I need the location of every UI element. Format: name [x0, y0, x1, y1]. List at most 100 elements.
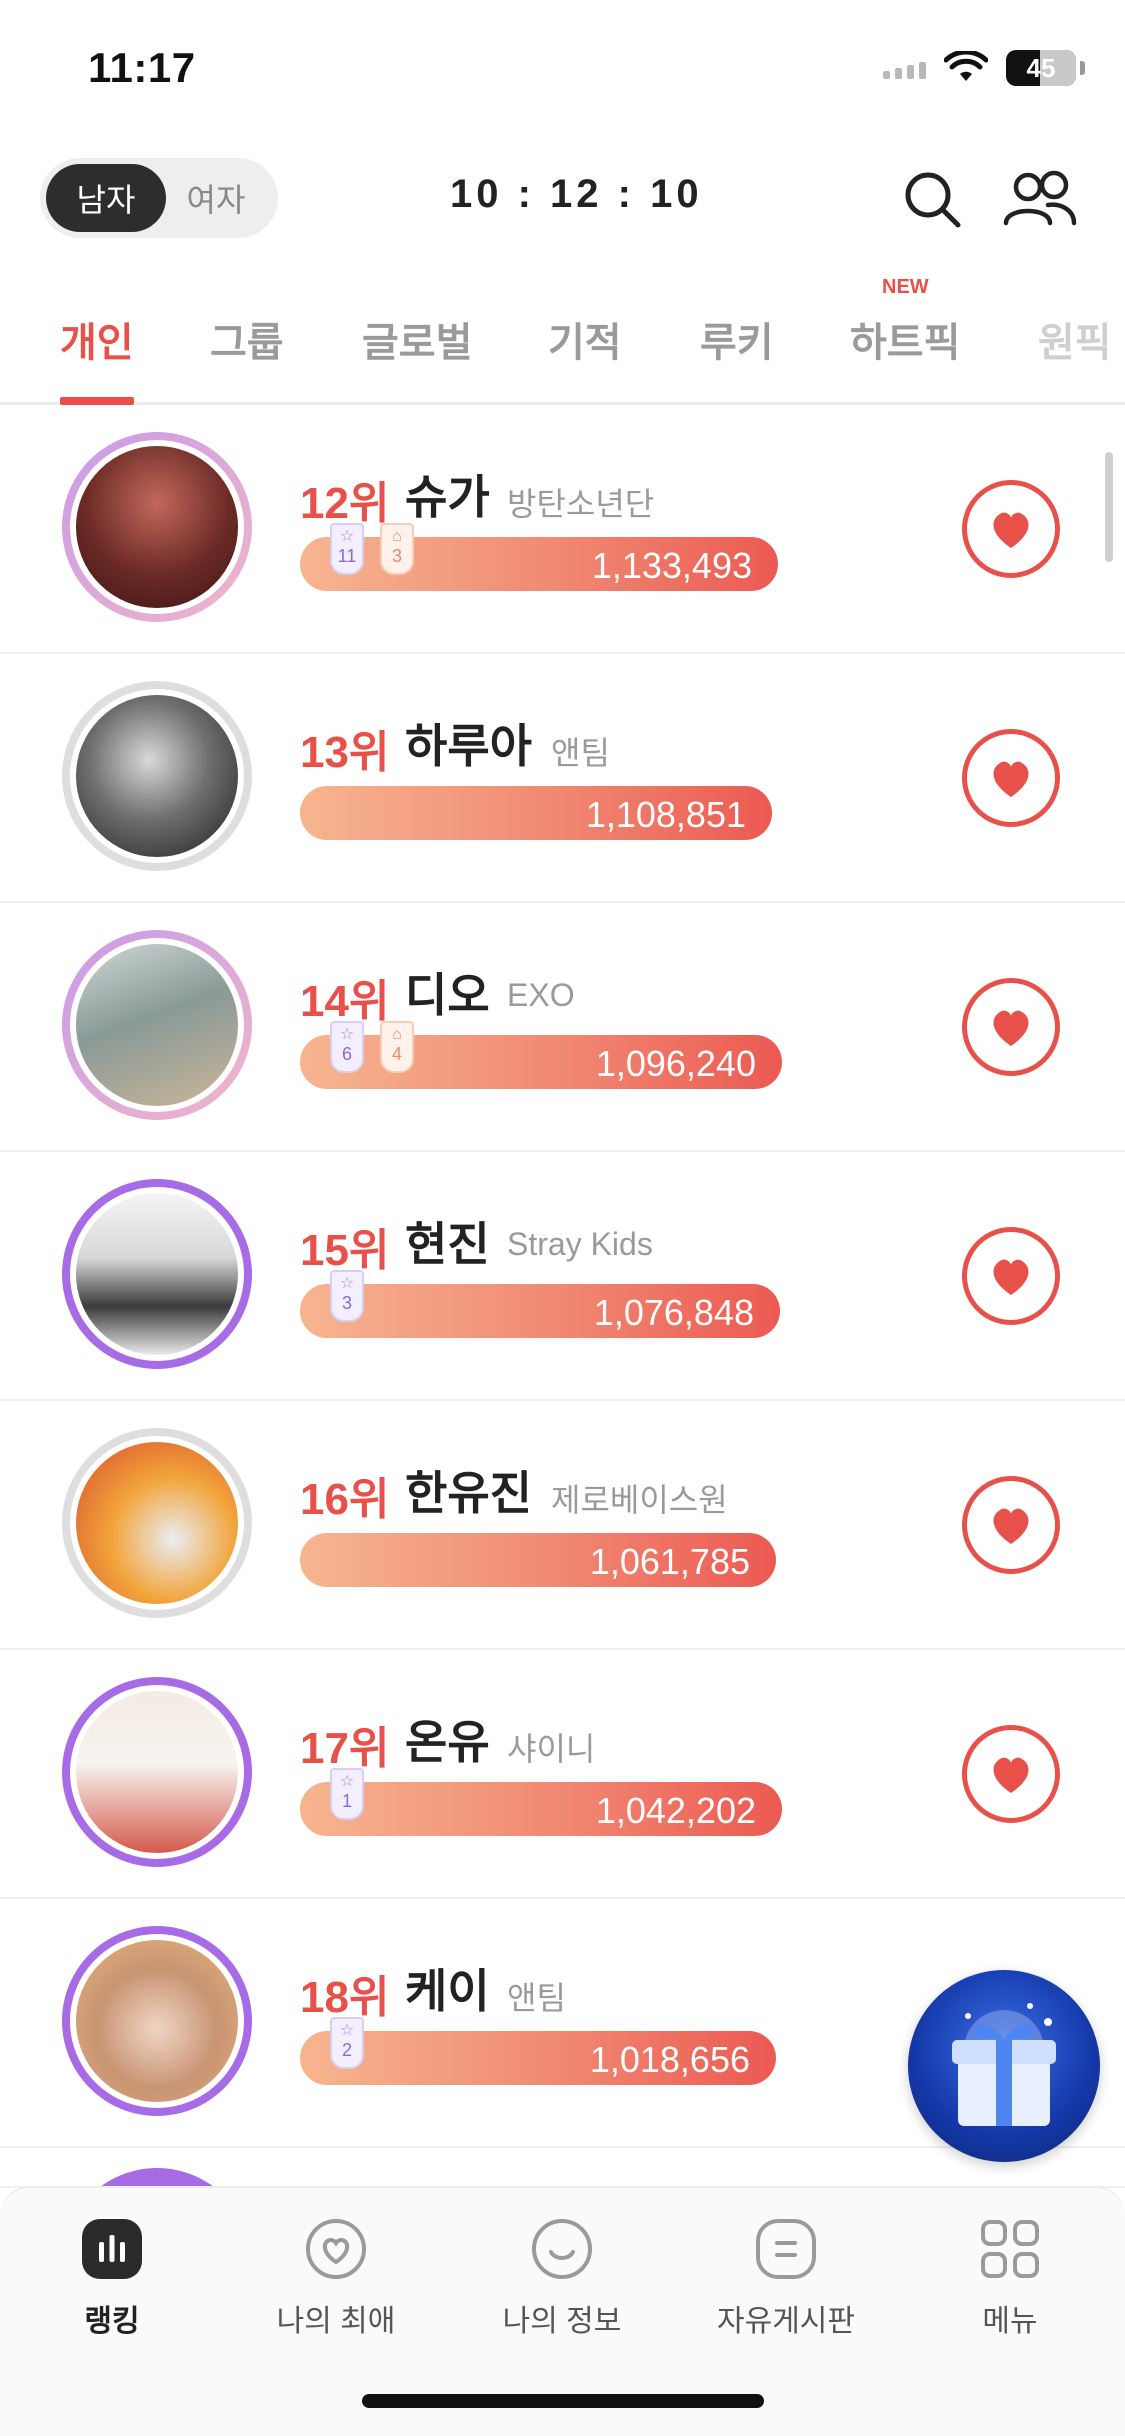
vote-heart-button[interactable] — [962, 729, 1060, 827]
heart-icon — [993, 1259, 1029, 1295]
avatar-image — [70, 689, 244, 863]
status-icons: 45 — [883, 50, 1085, 86]
badge-count: 4 — [391, 1044, 402, 1064]
ranking-row[interactable]: 17위 온유 샤이니 1,042,202 ☆ 1 — [0, 1650, 1125, 1899]
avatar-image — [70, 1685, 244, 1859]
star-icon: ☆ — [339, 1773, 355, 1790]
wifi-icon — [944, 51, 988, 81]
vote-count: 1,018,656 — [589, 2039, 750, 2080]
avatar-image — [70, 1436, 244, 1610]
heart-icon — [993, 1757, 1029, 1793]
tab-rookie[interactable]: 루키 — [700, 310, 774, 368]
vote-heart-button[interactable] — [962, 978, 1060, 1076]
vote-bar: 1,096,240 — [300, 1035, 782, 1089]
star-icon: ☆ — [339, 1026, 355, 1043]
star-badge: ☆ 11 — [330, 523, 364, 575]
avatar-image — [70, 440, 244, 614]
rank-label: 18위 — [300, 1973, 390, 2022]
tab-global[interactable]: 글로벌 — [362, 310, 472, 368]
avatar[interactable] — [62, 930, 252, 1120]
star-icon: ☆ — [339, 528, 355, 545]
idol-name[interactable]: 하루아 — [405, 710, 532, 776]
ranking-row[interactable]: 14위 디오 EXO 1,096,240 ☆ 6 ⌂ 4 — [0, 903, 1125, 1152]
avatar-image — [70, 938, 244, 1112]
gender-male-button[interactable]: 남자 — [46, 164, 166, 232]
group-name: Stray Kids — [507, 1226, 653, 1262]
vote-heart-button[interactable] — [962, 1476, 1060, 1574]
tab-heartpick-label: 하트픽 — [850, 321, 961, 365]
group-name: 앤팀 — [507, 1980, 566, 2016]
search-icon[interactable] — [898, 165, 968, 235]
nav-menu[interactable]: 메뉴 — [920, 2218, 1100, 2340]
nav-my-info-label: 나의 정보 — [502, 2305, 622, 2338]
vote-heart-button[interactable] — [962, 480, 1060, 578]
star-badge: ☆ 2 — [330, 2017, 364, 2069]
idol-name[interactable]: 한유진 — [405, 1457, 532, 1523]
heart-icon — [993, 512, 1029, 548]
tab-onepick[interactable]: 원픽 — [1038, 310, 1112, 368]
ranking-row[interactable]: 16위 한유진 제로베이스원 1,061,785 — [0, 1401, 1125, 1650]
ranking-row[interactable]: 12위 슈가 방탄소년단 1,133,493 ☆ 11 ⌂ 3 — [0, 405, 1125, 654]
bag-icon: ⌂ — [392, 528, 402, 545]
vote-bar: 1,108,851 — [300, 786, 772, 840]
avatar[interactable] — [62, 1926, 252, 2116]
board-icon — [755, 2218, 817, 2280]
ranking-row[interactable]: 13위 하루아 앤팀 1,108,851 — [0, 654, 1125, 903]
tab-individual[interactable]: 개인 — [60, 310, 134, 368]
idol-name[interactable]: 온유 — [405, 1706, 490, 1772]
gender-female-button[interactable]: 여자 — [166, 164, 266, 232]
chart-icon — [81, 2218, 143, 2280]
idol-name[interactable]: 슈가 — [405, 461, 490, 527]
avatar[interactable] — [62, 1677, 252, 1867]
menu-grid-icon — [979, 2218, 1041, 2280]
active-tab-underline — [60, 397, 134, 405]
status-time: 11:17 — [88, 44, 196, 91]
vote-heart-button[interactable] — [962, 1725, 1060, 1823]
vote-count: 1,061,785 — [589, 1541, 750, 1582]
avatar[interactable] — [62, 1428, 252, 1618]
friends-icon[interactable] — [1000, 165, 1080, 235]
gift-button[interactable] — [908, 1970, 1100, 2162]
star-icon: ☆ — [339, 1275, 355, 1292]
tab-group[interactable]: 그룹 — [210, 310, 284, 368]
bag-badge: ⌂ 3 — [380, 523, 414, 575]
rank-label: 17위 — [300, 1724, 390, 1773]
gender-toggle[interactable]: 남자 여자 — [40, 158, 278, 238]
cellular-signal-icon — [883, 57, 926, 79]
avatar[interactable] — [62, 1179, 252, 1369]
group-name: 방탄소년단 — [507, 486, 655, 522]
tab-heartpick[interactable]: NEW 하트픽 — [850, 276, 961, 368]
heart-outline-icon — [305, 2218, 367, 2280]
heart-icon — [993, 761, 1029, 797]
badge-count: 1 — [341, 1791, 352, 1811]
star-badge: ☆ 6 — [330, 1021, 364, 1073]
vote-count: 1,076,848 — [593, 1292, 754, 1333]
tab-miracle[interactable]: 기적 — [548, 310, 622, 368]
vote-bar: 1,061,785 — [300, 1533, 776, 1587]
nav-my-favorite[interactable]: 나의 최애 — [246, 2218, 426, 2340]
idol-name[interactable]: 현진 — [405, 1208, 490, 1274]
star-icon: ☆ — [339, 2022, 355, 2039]
bag-icon: ⌂ — [392, 1026, 402, 1043]
ranking-row[interactable]: 15위 현진 Stray Kids 1,076,848 ☆ 3 — [0, 1152, 1125, 1401]
countdown-timer: 10 : 12 : 10 — [450, 172, 703, 216]
idol-name[interactable]: 케이 — [405, 1955, 490, 2021]
status-bar: 11:17 45 — [0, 0, 1125, 140]
avatar[interactable] — [62, 681, 252, 871]
rank-label: 12위 — [300, 479, 390, 528]
avatar[interactable] — [62, 432, 252, 622]
nav-ranking[interactable]: 랭킹 — [22, 2218, 202, 2340]
vote-bar: 1,076,848 — [300, 1284, 780, 1338]
group-name: EXO — [507, 977, 575, 1013]
battery-level: 45 — [1026, 52, 1056, 83]
vote-heart-button[interactable] — [962, 1227, 1060, 1325]
star-badge: ☆ 1 — [330, 1768, 364, 1820]
nav-free-board[interactable]: 자유게시판 — [696, 2218, 876, 2340]
group-name: 앤팀 — [551, 735, 610, 771]
rank-label: 14위 — [300, 977, 390, 1026]
idol-name[interactable]: 디오 — [405, 959, 490, 1025]
vote-count: 1,042,202 — [595, 1790, 756, 1831]
nav-my-info[interactable]: 나의 정보 — [472, 2218, 652, 2340]
nav-free-board-label: 자유게시판 — [717, 2305, 855, 2338]
group-name: 제로베이스원 — [551, 1482, 728, 1518]
